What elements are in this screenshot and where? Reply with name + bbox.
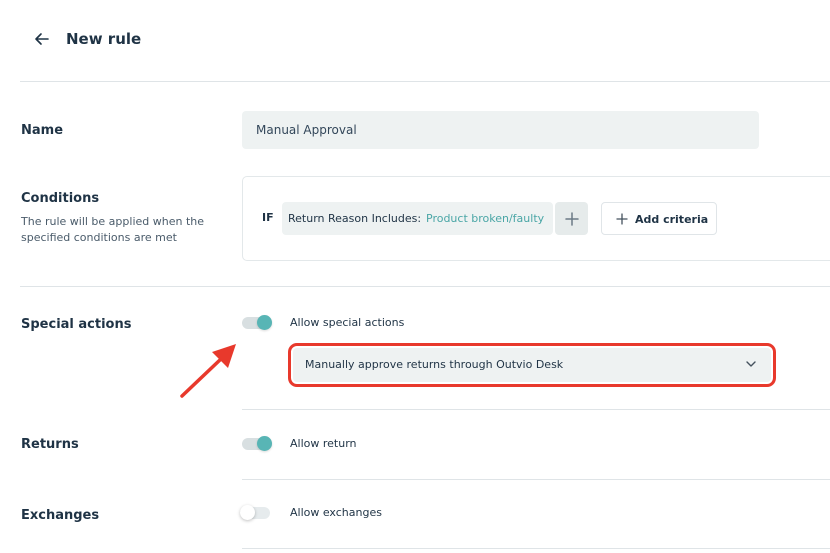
if-label: IF [262, 211, 274, 224]
annotation-arrow-icon [180, 344, 236, 398]
arrow-left-icon[interactable] [32, 29, 52, 49]
special-actions-toggle[interactable] [242, 314, 272, 330]
rule-name-input[interactable] [242, 111, 759, 149]
page-title: New rule [66, 30, 142, 48]
special-action-select[interactable]: Manually approve returns through Outvio … [293, 348, 771, 382]
add-criteria-button[interactable]: Add criteria [601, 202, 717, 235]
plus-icon [564, 212, 579, 226]
plus-icon [616, 213, 628, 225]
highlight-outline: Manually approve returns through Outvio … [288, 343, 776, 387]
special-actions-toggle-label: Allow special actions [290, 316, 405, 329]
exchanges-toggle[interactable] [240, 504, 270, 520]
special-action-select-value: Manually approve returns through Outvio … [305, 358, 564, 371]
divider [242, 548, 830, 549]
special-actions-label: Special actions [21, 317, 132, 332]
criteria-chip[interactable]: Return Reason Includes: Product broken/f… [282, 202, 553, 235]
page-header: New rule [20, 0, 830, 82]
conditions-box: IF Return Reason Includes: Product broke… [242, 176, 830, 261]
conditions-label: Conditions [21, 191, 100, 206]
exchanges-toggle-label: Allow exchanges [290, 506, 382, 519]
conditions-description: The rule will be applied when the specif… [21, 215, 204, 244]
returns-toggle-label: Allow return [290, 437, 357, 450]
divider [242, 409, 830, 410]
criteria-value: Product broken/faulty [426, 212, 545, 225]
add-criteria-label: Add criteria [635, 213, 709, 226]
name-label: Name [21, 123, 64, 138]
divider [20, 286, 830, 287]
returns-label: Returns [21, 437, 79, 452]
divider [242, 479, 830, 480]
exchanges-label: Exchanges [21, 508, 100, 523]
chevron-down-icon [746, 361, 756, 367]
returns-toggle[interactable] [242, 435, 272, 451]
add-value-button[interactable] [555, 202, 588, 235]
criteria-key: Return Reason Includes: [288, 212, 422, 225]
